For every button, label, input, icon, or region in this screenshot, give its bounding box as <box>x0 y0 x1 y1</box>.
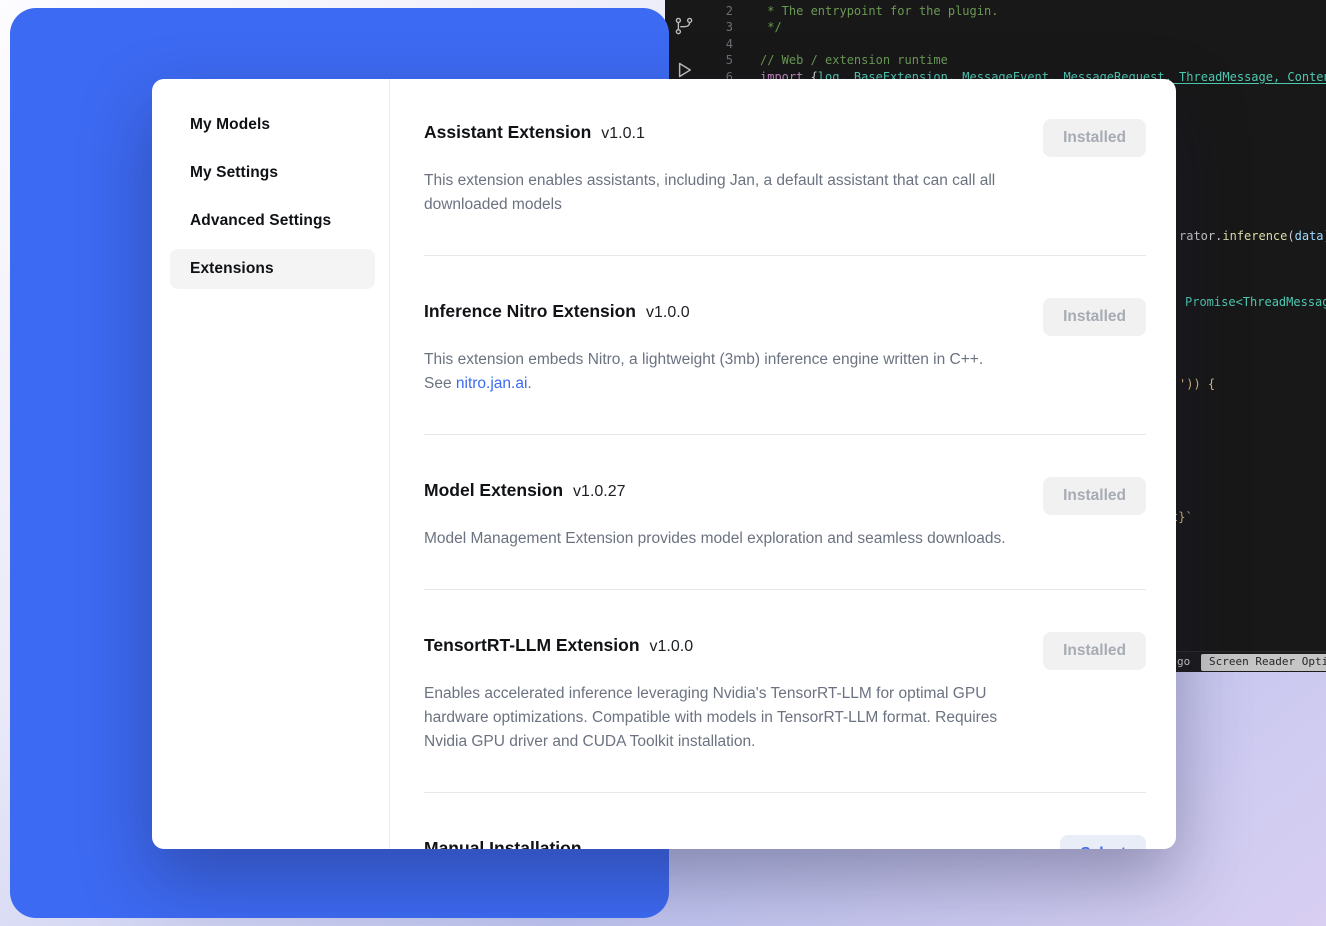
extension-description: Enables accelerated inference leveraging… <box>424 682 1006 754</box>
code-line: 2 * The entrypoint for the plugin. <box>701 3 1326 19</box>
sidebar-item-advanced-settings[interactable]: Advanced Settings <box>170 201 375 241</box>
extension-heading: Assistant Extension v1.0.1 <box>424 119 645 145</box>
code-lines: 2 * The entrypoint for the plugin. 3 */ … <box>701 3 1326 85</box>
installed-button[interactable]: Installed <box>1043 119 1146 157</box>
extension-row-tensorrt: TensortRT-LLM Extensionv1.0.0 Installed … <box>424 632 1146 754</box>
extension-row-nitro: Inference Nitro Extension v1.0.0 Installe… <box>424 298 1146 396</box>
sidebar-item-my-models[interactable]: My Models <box>170 105 375 145</box>
extension-version: v1.0.0 <box>650 638 694 655</box>
installed-button[interactable]: Installed <box>1043 632 1146 670</box>
sidebar-item-extensions[interactable]: Extensions <box>170 249 375 289</box>
extension-description: This extension embeds Nitro, a lightweig… <box>424 348 1006 396</box>
extension-heading: Manual Installation <box>424 835 582 849</box>
extension-description: Model Management Extension provides mode… <box>424 527 1006 551</box>
extension-row-model: Model Extension v1.0.27 Installed Model M… <box>424 477 1146 551</box>
line-number: 4 <box>701 36 733 52</box>
line-number: 5 <box>701 52 733 68</box>
sidebar-item-my-settings[interactable]: My Settings <box>170 153 375 193</box>
code-line: 5 // Web / extension runtime <box>701 52 1326 68</box>
extension-version: v1.0.0 <box>646 304 690 321</box>
extension-heading: Model Extension v1.0.27 <box>424 477 626 503</box>
row-divider <box>424 589 1146 590</box>
manual-installation-row: Manual Installation Select Select an ext… <box>424 835 1146 849</box>
extension-heading: Inference Nitro Extension v1.0.0 <box>424 298 690 324</box>
code-text: inference <box>1222 229 1287 243</box>
extension-description: This extension enables assistants, inclu… <box>424 169 1006 217</box>
code-text: */ <box>760 19 782 35</box>
row-divider <box>424 792 1146 793</box>
extension-name: Inference Nitro Extension <box>424 301 636 321</box>
code-line: 4 <box>701 36 1326 52</box>
description-text: . <box>527 375 531 392</box>
page-background: 2 * The entrypoint for the plugin. 3 */ … <box>0 0 1326 926</box>
settings-sidebar: My Models My Settings Advanced Settings … <box>152 79 390 849</box>
extension-heading: TensortRT-LLM Extension v1.0.0 <box>424 632 693 658</box>
extension-name: Assistant Extension <box>424 122 591 142</box>
git-branch-icon[interactable] <box>674 16 694 36</box>
run-debug-icon[interactable] <box>674 60 694 80</box>
code-text: ( <box>1287 229 1294 243</box>
extensions-panel: Assistant Extension v1.0.1 Installed This… <box>390 79 1176 849</box>
manual-installation-title: Manual Installation <box>424 838 582 849</box>
extension-name: Model Extension <box>424 480 563 500</box>
extension-row-assistant: Assistant Extension v1.0.1 Installed This… <box>424 119 1146 217</box>
code-text: data <box>1295 229 1324 243</box>
nitro-jan-ai-link[interactable]: nitro.jan.ai <box>456 375 528 392</box>
extension-name: TensortRT-LLM Extension <box>424 635 640 655</box>
row-divider <box>424 255 1146 256</box>
select-file-button[interactable]: Select <box>1060 835 1146 849</box>
code-text: // Web / extension runtime <box>760 52 948 68</box>
installed-button[interactable]: Installed <box>1043 477 1146 515</box>
screen-reader-optimized-badge: Screen Reader Optimized <box>1201 654 1326 671</box>
extension-version: v1.0.27 <box>573 483 625 500</box>
code-fragment-string: ')) { <box>1179 377 1215 391</box>
code-text: rator. <box>1179 229 1222 243</box>
line-number: 2 <box>701 3 733 19</box>
code-fragment-promise: Promise<ThreadMessage> <box>1185 295 1326 309</box>
status-bar-text: go <box>1177 652 1190 672</box>
code-line: 3 */ <box>701 19 1326 35</box>
row-divider <box>424 434 1146 435</box>
line-number: 3 <box>701 19 733 35</box>
code-text: * The entrypoint for the plugin. <box>760 3 998 19</box>
installed-button[interactable]: Installed <box>1043 298 1146 336</box>
code-fragment-inference: rator.inference(data)); <box>1179 229 1326 243</box>
extension-version: v1.0.1 <box>601 125 645 142</box>
settings-card: My Models My Settings Advanced Settings … <box>152 79 1176 849</box>
